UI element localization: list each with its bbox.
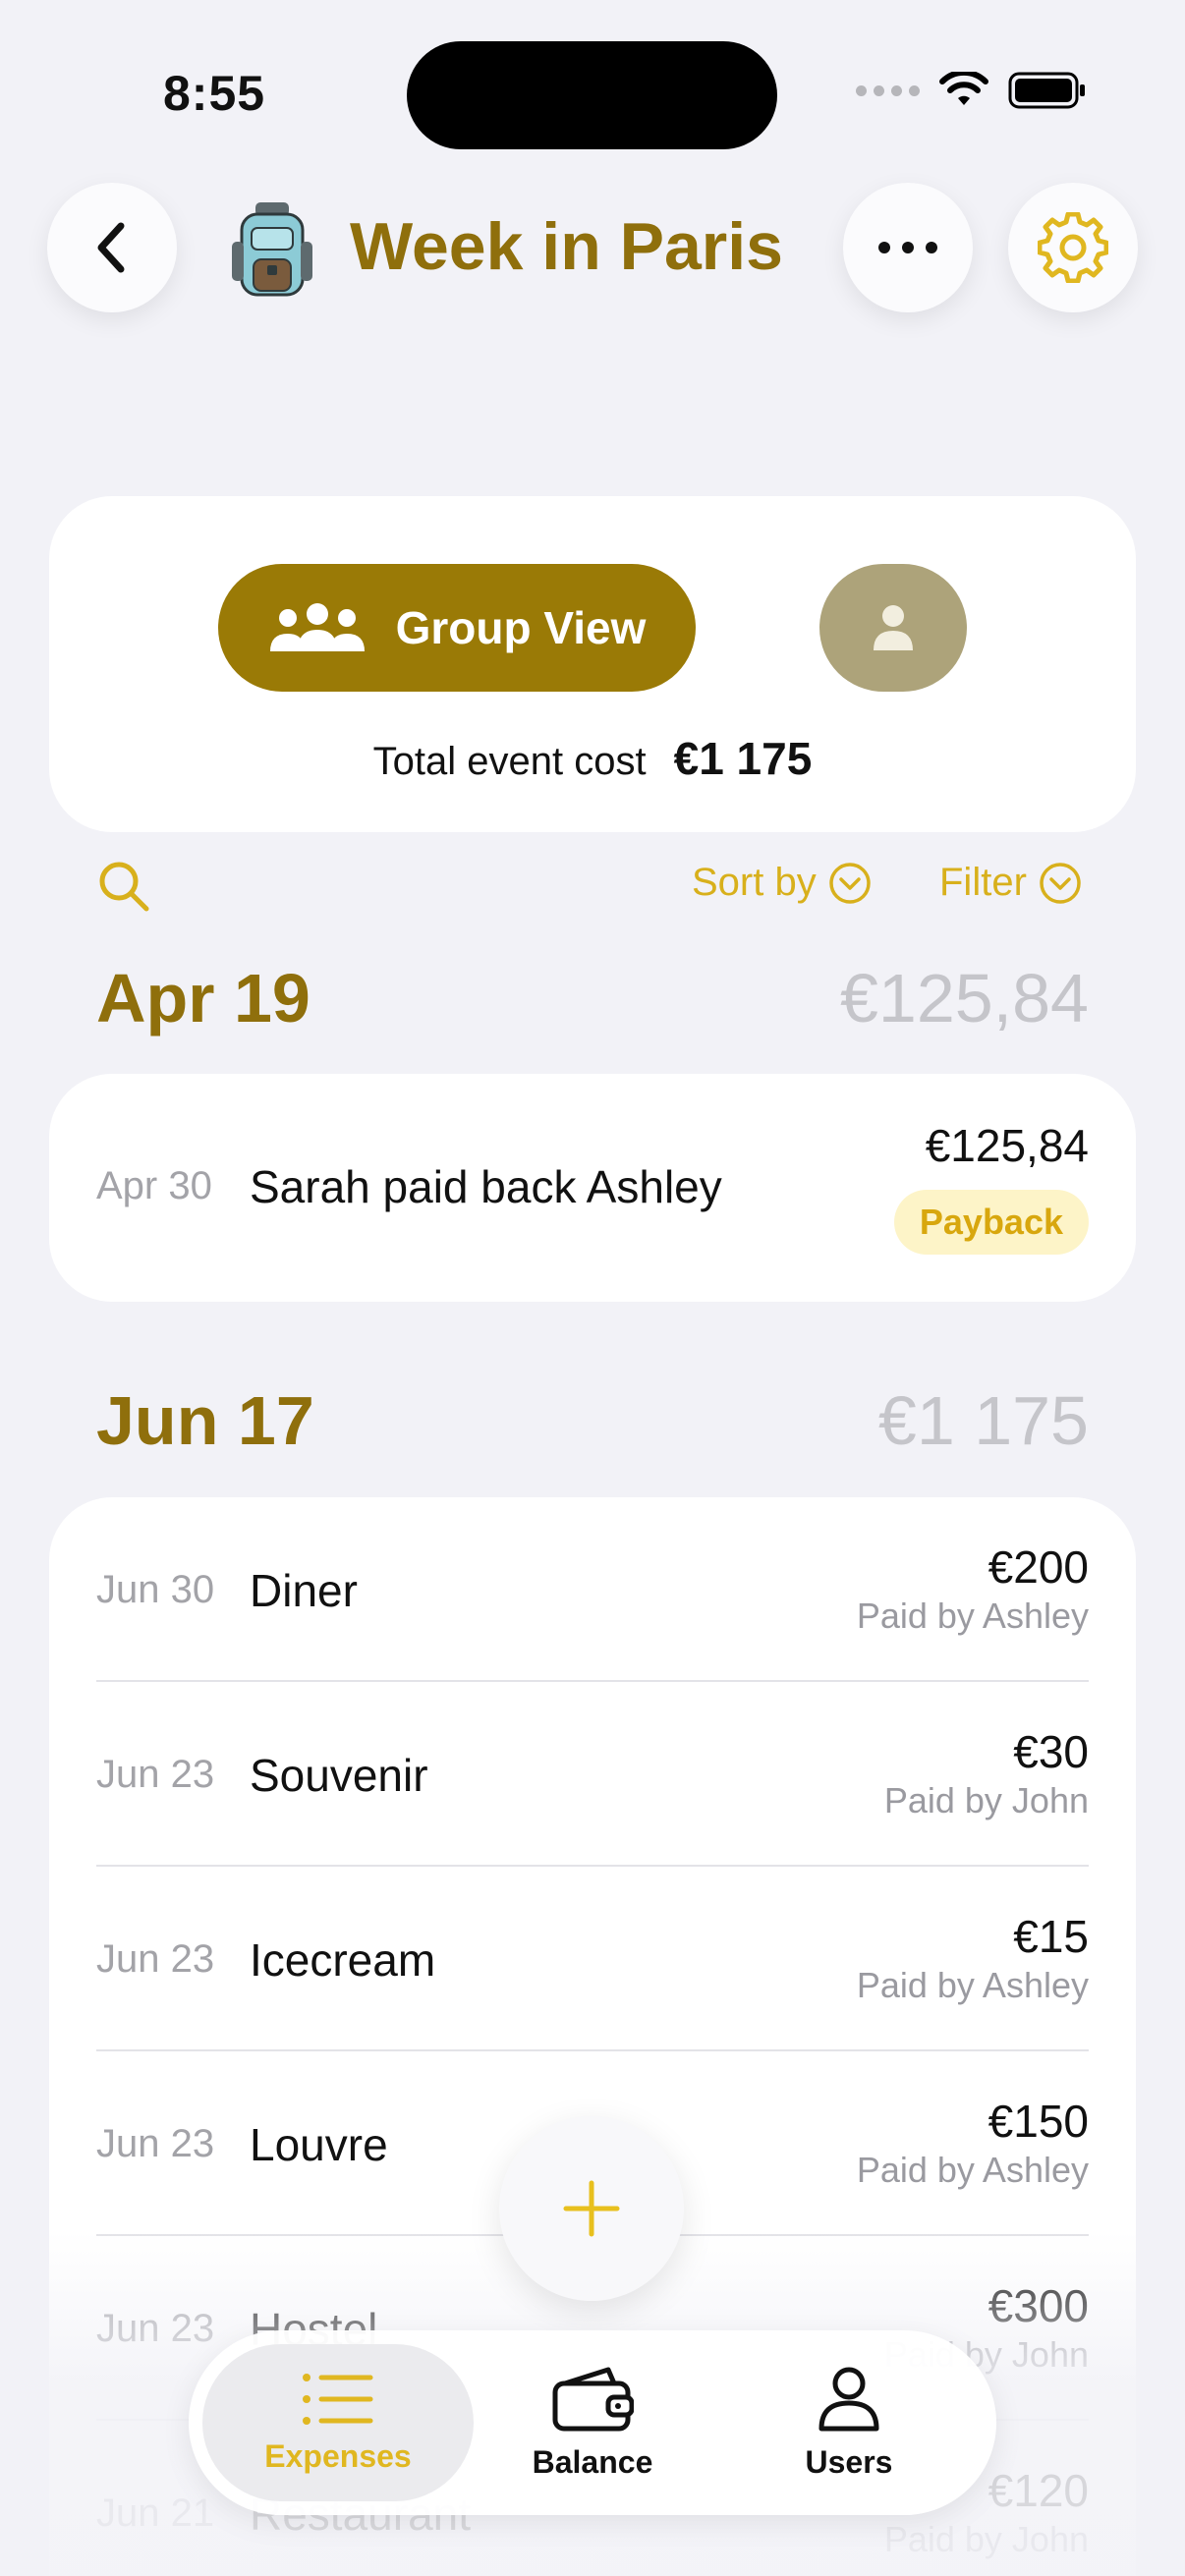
item-date: Jun 23 <box>96 1937 215 1981</box>
search-icon[interactable] <box>96 859 151 914</box>
expense-card: Apr 30 Sarah paid back Ashley €125,84 Pa… <box>49 1074 1136 1302</box>
total-event-cost: Total event cost €1 175 <box>49 732 1136 785</box>
more-options-button[interactable] <box>843 183 973 312</box>
chevron-left-icon <box>97 222 125 273</box>
item-title: Sarah paid back Ashley <box>250 1161 722 1212</box>
view-switch-card: Group View Total event cost €1 175 <box>49 496 1136 832</box>
personal-view-button[interactable] <box>819 564 967 692</box>
item-paid-by: Paid by John <box>883 1780 1089 1820</box>
person-icon <box>874 605 913 650</box>
status-bar: 8:55 <box>0 0 1185 149</box>
section-date: Jun 17 <box>96 1382 314 1459</box>
wallet-icon <box>552 2367 634 2431</box>
sort-by-button[interactable]: Sort by <box>692 861 872 905</box>
status-time: 8:55 <box>163 66 266 121</box>
chevron-down-circle-icon <box>1040 862 1081 904</box>
ellipsis-icon <box>878 242 937 253</box>
item-date: Jun 30 <box>96 1568 215 1611</box>
plus-icon <box>563 2180 620 2237</box>
payback-badge: Payback <box>893 1190 1089 1255</box>
item-title: Louvre <box>250 2119 388 2170</box>
item-paid-by: Paid by John <box>883 2519 1089 2559</box>
list-item[interactable]: Apr 30 Sarah paid back Ashley €125,84 Pa… <box>49 1074 1136 1302</box>
item-paid-by: Paid by Ashley <box>856 1596 1089 1636</box>
item-date: Jun 21 <box>96 2492 215 2535</box>
item-paid-by: Paid by Ashley <box>856 2150 1089 2190</box>
dynamic-island <box>407 41 777 149</box>
section-header: Apr 19 €125,84 <box>96 959 1089 1037</box>
item-amount: €200 <box>988 1541 1089 1593</box>
item-title: Souvenir <box>250 1750 428 1801</box>
item-amount: €15 <box>1013 1911 1089 1962</box>
tab-users[interactable]: Users <box>713 2344 985 2501</box>
filter-label: Filter <box>939 861 1027 904</box>
list-toolbar: Sort by Filter <box>0 853 1185 916</box>
tab-label: Users <box>805 2443 893 2480</box>
settings-button[interactable] <box>1008 183 1138 312</box>
list-item[interactable]: Jun 30 Diner €200 Paid by Ashley <box>49 1497 1136 1682</box>
item-title: Icecream <box>250 1934 436 1986</box>
status-icons <box>856 71 1087 110</box>
item-title: Diner <box>250 1565 358 1616</box>
tab-label: Balance <box>532 2443 653 2480</box>
add-expense-button[interactable] <box>499 2116 684 2301</box>
total-label: Total event cost <box>372 740 647 783</box>
tab-balance[interactable]: Balance <box>457 2344 728 2501</box>
item-date: Jun 23 <box>96 2307 215 2350</box>
total-value: €1 175 <box>673 733 813 784</box>
item-date: Jun 23 <box>96 2122 215 2165</box>
list-item[interactable]: Jun 23 Souvenir €30 Paid by John <box>49 1682 1136 1867</box>
section-total: €1 175 <box>877 1382 1089 1459</box>
list-item[interactable]: Jun 23 Icecream €15 Paid by Ashley <box>49 1867 1136 2051</box>
tab-expenses[interactable]: Expenses <box>202 2344 474 2501</box>
tab-bar: Expenses Balance Users <box>189 2330 996 2515</box>
list-icon <box>303 2373 373 2425</box>
chevron-down-circle-icon <box>828 862 871 904</box>
sort-by-label: Sort by <box>692 861 817 904</box>
item-amount: €125,84 <box>925 1120 1089 1171</box>
item-date: Jun 23 <box>96 1753 215 1796</box>
wifi-icon <box>939 72 988 105</box>
person-icon <box>818 2367 879 2431</box>
item-amount: €120 <box>988 2465 1089 2516</box>
item-amount: €150 <box>988 2096 1089 2147</box>
item-paid-by: Paid by Ashley <box>856 1965 1089 2005</box>
gear-icon <box>1038 212 1108 283</box>
cellular-signal-icon <box>856 84 920 96</box>
tab-label: Expenses <box>264 2437 412 2474</box>
section-total: €125,84 <box>839 960 1089 1036</box>
filter-button[interactable]: Filter <box>939 861 1082 905</box>
back-button[interactable] <box>47 183 177 312</box>
backpack-icon <box>232 202 312 297</box>
battery-icon <box>1008 72 1085 109</box>
item-amount: €300 <box>988 2280 1089 2331</box>
section-header: Jun 17 €1 175 <box>96 1381 1089 1460</box>
group-view-button[interactable]: Group View <box>218 564 696 692</box>
section-date: Apr 19 <box>96 960 310 1036</box>
header: Week in Paris <box>0 181 1185 314</box>
group-icon <box>269 603 365 651</box>
group-view-label: Group View <box>395 602 647 653</box>
page-title: Week in Paris <box>350 209 783 284</box>
item-date: Apr 30 <box>96 1164 212 1207</box>
item-amount: €30 <box>1013 1726 1089 1777</box>
